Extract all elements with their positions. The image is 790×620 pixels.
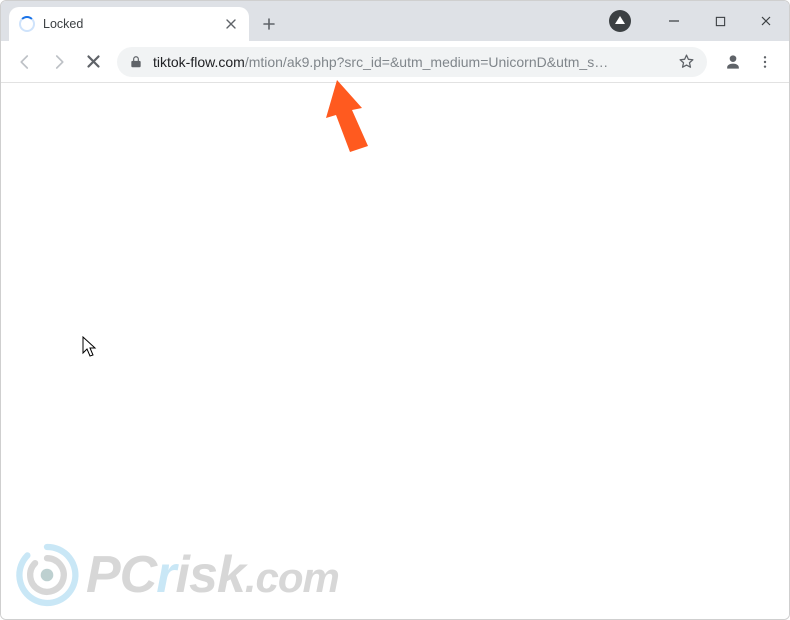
browser-window: Locked xyxy=(0,0,790,620)
profile-button[interactable] xyxy=(719,48,747,76)
tab-close-button[interactable] xyxy=(223,16,239,32)
tab-title: Locked xyxy=(43,17,215,31)
tab-strip: Locked xyxy=(1,1,789,41)
maximize-button[interactable] xyxy=(697,1,743,41)
stop-reload-button[interactable] xyxy=(77,46,109,78)
minimize-button[interactable] xyxy=(651,1,697,41)
lock-icon xyxy=(129,55,143,69)
back-button[interactable] xyxy=(9,46,41,78)
kebab-menu-button[interactable] xyxy=(749,46,781,78)
bookmark-star-icon[interactable] xyxy=(678,53,695,70)
browser-tab[interactable]: Locked xyxy=(9,7,249,41)
url-text: tiktok-flow.com/mtion/ak9.php?src_id=&ut… xyxy=(153,47,668,77)
forward-button[interactable] xyxy=(43,46,75,78)
window-close-button[interactable] xyxy=(743,1,789,41)
url-path: /mtion/ak9.php?src_id=&utm_medium=Unicor… xyxy=(245,54,608,70)
update-badge-icon[interactable] xyxy=(609,10,631,32)
address-bar[interactable]: tiktok-flow.com/mtion/ak9.php?src_id=&ut… xyxy=(117,47,707,77)
new-tab-button[interactable] xyxy=(255,10,283,38)
toolbar: tiktok-flow.com/mtion/ak9.php?src_id=&ut… xyxy=(1,41,789,83)
url-domain: tiktok-flow.com xyxy=(153,54,245,70)
page-content xyxy=(1,83,789,619)
window-controls xyxy=(609,1,789,41)
loading-spinner-icon xyxy=(19,16,35,32)
